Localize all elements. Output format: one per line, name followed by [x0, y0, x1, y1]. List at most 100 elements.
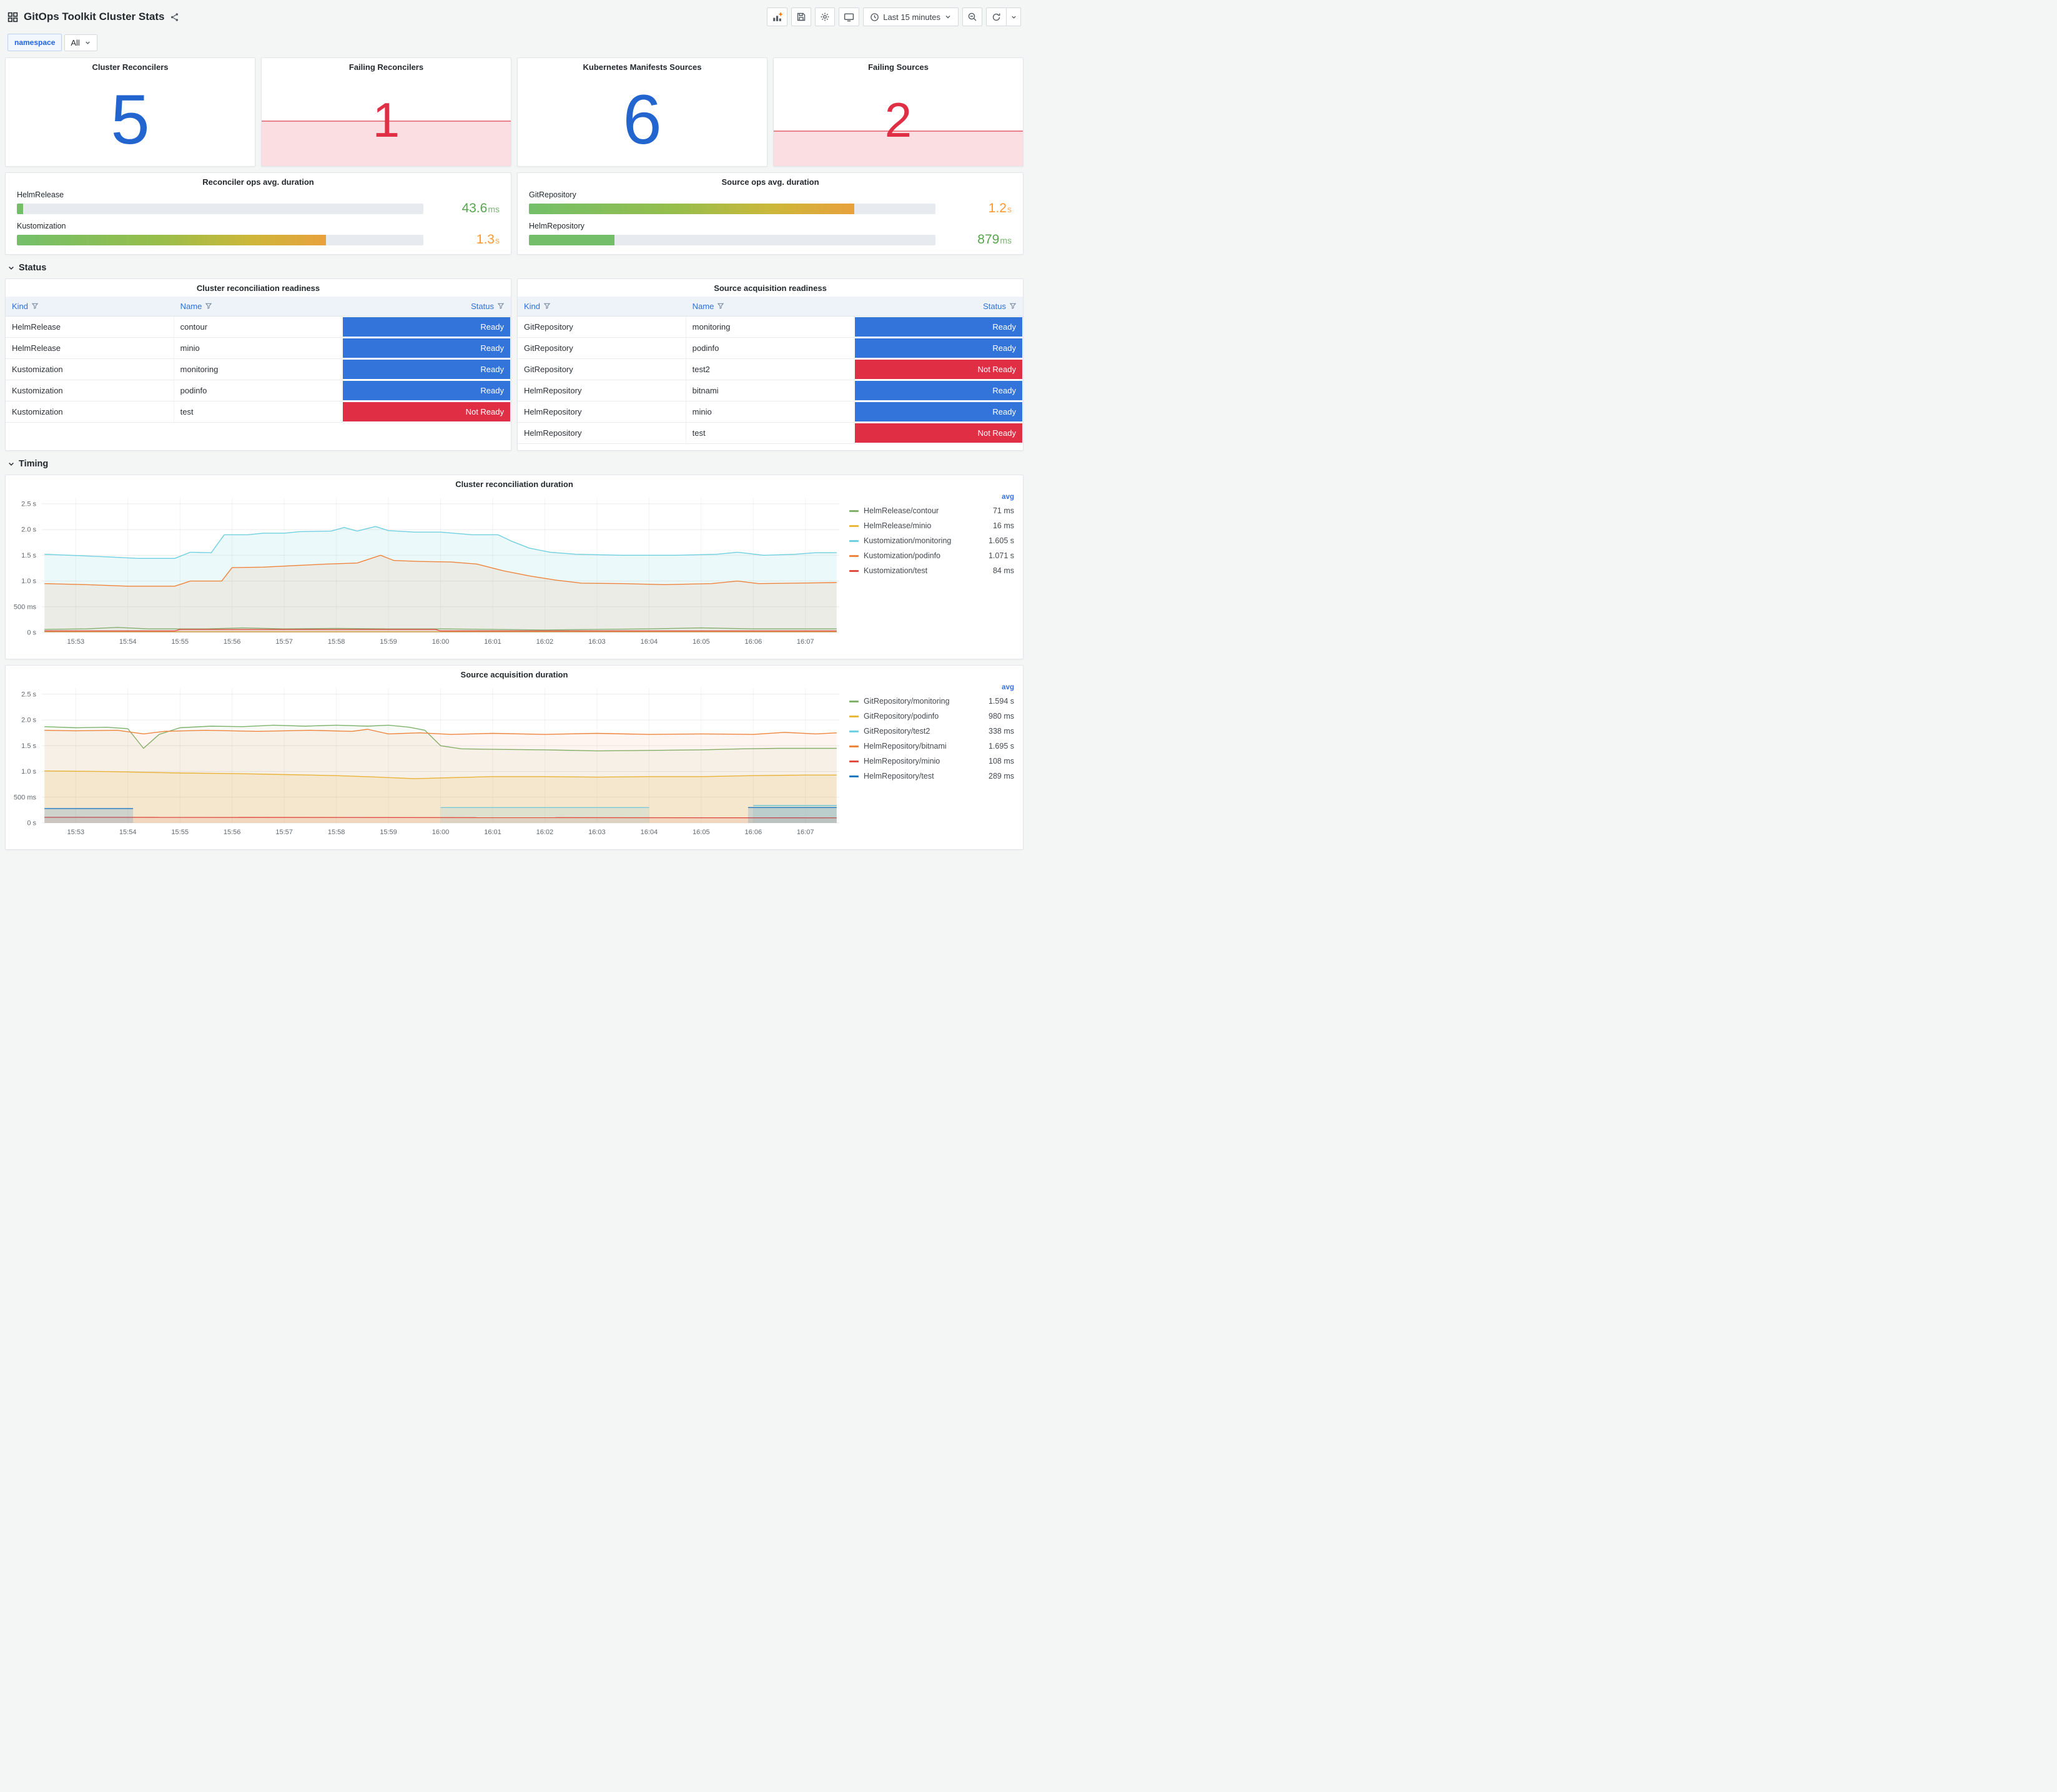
refresh-interval-dropdown[interactable] [1006, 7, 1021, 26]
series-avg-value: 1.594 s [988, 697, 1014, 706]
svg-text:16:04: 16:04 [641, 638, 658, 646]
time-series-plot[interactable]: 0 s 500 ms 1.0 s 1.5 s 2.0 s 2.5 s 15:53 15:54 1… [6, 491, 847, 649]
name-cell: monitoring [686, 317, 855, 338]
stat-value: 5 [111, 80, 150, 159]
kind-cell: HelmRepository [518, 401, 686, 423]
zoom-out-button[interactable] [962, 7, 982, 26]
legend-item: HelmRepository/test 289 ms [849, 769, 1014, 784]
stats-row: Cluster Reconcilers 5 Failing Reconciler… [5, 57, 1024, 167]
source-ops-panel: Source ops avg. duration GitRepository 1… [517, 172, 1024, 255]
panel-title[interactable]: Cluster reconciliation duration [6, 475, 1023, 491]
svg-text:500 ms: 500 ms [14, 794, 37, 801]
status-badge: Ready [855, 317, 1022, 337]
column-header-name[interactable]: Name [174, 297, 343, 317]
series-color-dash [849, 510, 859, 512]
legend-avg-header[interactable]: avg [849, 682, 1014, 694]
legend-avg-header[interactable]: avg [849, 491, 1014, 503]
filter-icon[interactable] [543, 302, 551, 310]
panel-title[interactable]: Kubernetes Manifests Sources [518, 58, 767, 74]
filter-icon[interactable] [497, 302, 505, 310]
dashboard-settings-button[interactable] [815, 7, 836, 26]
filter-icon[interactable] [717, 302, 724, 310]
series-color-dash [849, 775, 859, 777]
dashboard-grid-icon[interactable] [7, 12, 18, 22]
section-timing-toggle[interactable]: Timing [5, 456, 1024, 475]
save-dashboard-button[interactable] [791, 7, 812, 26]
svg-text:2.0 s: 2.0 s [21, 526, 36, 534]
chevron-down-icon [86, 41, 90, 44]
gauge-track [529, 234, 935, 245]
panel-title[interactable]: Failing Sources [774, 58, 1023, 74]
legend-item: HelmRepository/bitnami 1.695 s [849, 739, 1014, 754]
panel-title[interactable]: Source acquisition duration [6, 666, 1023, 682]
chart-canvas[interactable]: 0 s 500 ms 1.0 s 1.5 s 2.0 s 2.5 s 15:53 15:54 1… [6, 682, 847, 839]
status-cell: Ready [854, 401, 1023, 423]
series-avg-value: 1.605 s [988, 536, 1014, 545]
table-row: HelmRepository test Not Ready [518, 423, 1023, 444]
stat-panel-cluster-reconcilers: Cluster Reconcilers 5 [5, 57, 255, 167]
svg-text:15:53: 15:53 [67, 638, 85, 646]
panel-title[interactable]: Source ops avg. duration [518, 173, 1023, 189]
column-header-status[interactable]: Status [854, 297, 1023, 317]
filter-icon[interactable] [1009, 302, 1017, 310]
panel-title[interactable]: Failing Reconcilers [262, 58, 511, 74]
section-status-toggle[interactable]: Status [5, 260, 1024, 278]
panel-title[interactable]: Cluster reconciliation readiness [6, 279, 511, 295]
chevron-down-icon [944, 13, 952, 21]
grafana-dashboard: GitOps Toolkit Cluster Stats Last 15 min… [0, 0, 1028, 864]
panel-title[interactable]: Cluster Reconcilers [6, 58, 255, 74]
kind-cell: HelmRepository [518, 380, 686, 401]
column-header-kind[interactable]: Kind [6, 297, 174, 317]
chart-canvas[interactable]: 0 s 500 ms 1.0 s 1.5 s 2.0 s 2.5 s 15:53 15:54 1… [6, 491, 847, 649]
gauge-label: HelmRelease [17, 190, 64, 199]
kind-cell: HelmRelease [6, 338, 174, 359]
filter-icon[interactable] [31, 302, 39, 310]
kind-cell: GitRepository [518, 359, 686, 380]
variable-namespace-select[interactable]: All [64, 34, 97, 51]
series-name[interactable]: GitRepository/podinfo [864, 712, 981, 721]
share-icon[interactable] [170, 12, 179, 22]
svg-text:15:54: 15:54 [119, 638, 137, 646]
gauge-label: HelmRepository [529, 222, 585, 230]
column-header-status[interactable]: Status [342, 297, 511, 317]
panel-title[interactable]: Source acquisition readiness [518, 279, 1023, 295]
svg-text:16:00: 16:00 [432, 638, 450, 646]
filter-icon[interactable] [205, 302, 212, 310]
series-name[interactable]: HelmRepository/bitnami [864, 742, 981, 751]
series-name[interactable]: HelmRepository/test [864, 772, 981, 780]
column-header-kind[interactable]: Kind [518, 297, 686, 317]
name-cell: contour [174, 317, 343, 338]
legend-item: HelmRelease/minio 16 ms [849, 518, 1014, 533]
name-cell: test2 [686, 359, 855, 380]
series-name[interactable]: Kustomization/test [864, 566, 985, 575]
tv-mode-button[interactable] [839, 7, 860, 26]
svg-text:16:01: 16:01 [484, 638, 501, 646]
gauge-value: 1.3s [476, 232, 500, 247]
svg-text:500 ms: 500 ms [14, 603, 37, 611]
status-cell: Ready [342, 317, 511, 338]
svg-text:16:04: 16:04 [641, 829, 658, 836]
series-name[interactable]: HelmRelease/contour [864, 506, 985, 515]
column-header-name[interactable]: Name [686, 297, 855, 317]
series-name[interactable]: HelmRepository/minio [864, 757, 981, 766]
name-cell: test [174, 401, 343, 423]
series-name[interactable]: HelmRelease/minio [864, 521, 985, 530]
time-series-plot[interactable]: 0 s 500 ms 1.0 s 1.5 s 2.0 s 2.5 s 15:53 15:54 1… [6, 682, 847, 839]
series-color-dash [849, 760, 859, 762]
svg-text:2.5 s: 2.5 s [21, 691, 36, 698]
status-badge: Ready [343, 338, 510, 358]
legend-item: Kustomization/monitoring 1.605 s [849, 533, 1014, 548]
series-name[interactable]: Kustomization/monitoring [864, 536, 981, 545]
series-name[interactable]: GitRepository/test2 [864, 727, 981, 736]
svg-text:15:53: 15:53 [67, 829, 85, 836]
series-color-dash [849, 539, 859, 542]
series-name[interactable]: Kustomization/podinfo [864, 551, 981, 560]
name-cell: podinfo [686, 338, 855, 359]
series-name[interactable]: GitRepository/monitoring [864, 697, 981, 706]
time-range-picker[interactable]: Last 15 minutes [863, 7, 959, 26]
add-panel-button[interactable] [767, 7, 788, 26]
refresh-button[interactable] [986, 7, 1006, 26]
kind-cell: Kustomization [6, 380, 174, 401]
panel-title[interactable]: Reconciler ops avg. duration [6, 173, 511, 189]
legend-item: HelmRepository/minio 108 ms [849, 754, 1014, 769]
